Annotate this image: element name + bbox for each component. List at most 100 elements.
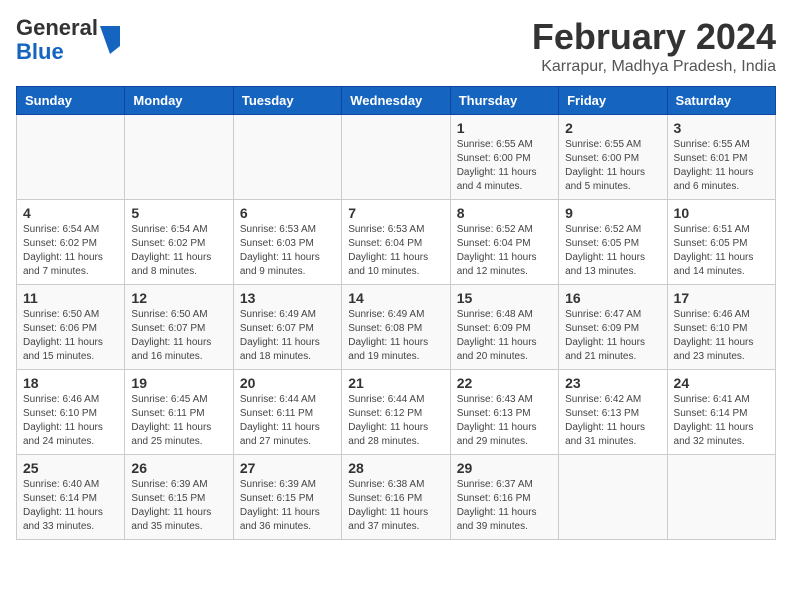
calendar-cell: 17 Sunrise: 6:46 AM Sunset: 6:10 PM Dayli… [667,285,775,370]
day-number: 16 [565,290,660,306]
header-monday: Monday [125,87,233,115]
day-number: 15 [457,290,552,306]
logo-icon [100,26,120,54]
day-number: 6 [240,205,335,221]
day-info: Sunrise: 6:51 AM Sunset: 6:05 PM Dayligh… [674,223,769,279]
calendar-cell: 11Sunrise: 6:50 AM Sunset: 6:06 PM Dayli… [17,285,125,370]
calendar-cell: 22 Sunrise: 6:43 AM Sunset: 6:13 PM Dayli… [450,370,558,455]
day-info: Sunrise: 6:45 AM Sunset: 6:11 PM Dayligh… [131,393,226,449]
page-header: General Blue February 2024 Karrapur, Mad… [16,16,776,76]
calendar-cell: 9 Sunrise: 6:52 AM Sunset: 6:05 PM Daylig… [559,200,667,285]
day-number: 7 [348,205,443,221]
calendar-cell [667,455,775,540]
calendar-week-4: 18 Sunrise: 6:46 AM Sunset: 6:10 PM Dayli… [17,370,776,455]
day-info: Sunrise: 6:50 AM Sunset: 6:06 PM Dayligh… [23,308,118,364]
calendar-header-row: SundayMondayTuesdayWednesdayThursdayFrid… [17,87,776,115]
calendar-cell: 10 Sunrise: 6:51 AM Sunset: 6:05 PM Dayli… [667,200,775,285]
calendar-cell: 25 Sunrise: 6:40 AM Sunset: 6:14 PM Dayli… [17,455,125,540]
calendar-cell: 12 Sunrise: 6:50 AM Sunset: 6:07 PM Dayli… [125,285,233,370]
day-info: Sunrise: 6:42 AM Sunset: 6:13 PM Dayligh… [565,393,660,449]
calendar-cell [233,115,341,200]
day-number: 27 [240,460,335,476]
day-info: Sunrise: 6:54 AM Sunset: 6:02 PM Dayligh… [23,223,118,279]
day-info: Sunrise: 6:46 AM Sunset: 6:10 PM Dayligh… [23,393,118,449]
day-info: Sunrise: 6:39 AM Sunset: 6:15 PM Dayligh… [240,478,335,534]
day-number: 14 [348,290,443,306]
header-saturday: Saturday [667,87,775,115]
day-info: Sunrise: 6:53 AM Sunset: 6:03 PM Dayligh… [240,223,335,279]
calendar-cell: 3Sunrise: 6:55 AM Sunset: 6:01 PM Daylig… [667,115,775,200]
month-title: February 2024 [532,16,776,58]
calendar-cell: 5 Sunrise: 6:54 AM Sunset: 6:02 PM Daylig… [125,200,233,285]
day-number: 2 [565,120,660,136]
day-number: 17 [674,290,769,306]
day-info: Sunrise: 6:55 AM Sunset: 6:00 PM Dayligh… [457,138,552,194]
calendar-cell: 18 Sunrise: 6:46 AM Sunset: 6:10 PM Dayli… [17,370,125,455]
calendar-cell: 15 Sunrise: 6:48 AM Sunset: 6:09 PM Dayli… [450,285,558,370]
calendar-table: SundayMondayTuesdayWednesdayThursdayFrid… [16,86,776,540]
day-number: 19 [131,375,226,391]
day-number: 18 [23,375,118,391]
day-info: Sunrise: 6:41 AM Sunset: 6:14 PM Dayligh… [674,393,769,449]
day-info: Sunrise: 6:47 AM Sunset: 6:09 PM Dayligh… [565,308,660,364]
calendar-cell: 19 Sunrise: 6:45 AM Sunset: 6:11 PM Dayli… [125,370,233,455]
day-number: 3 [674,120,769,136]
calendar-week-3: 11Sunrise: 6:50 AM Sunset: 6:06 PM Dayli… [17,285,776,370]
day-number: 23 [565,375,660,391]
day-info: Sunrise: 6:46 AM Sunset: 6:10 PM Dayligh… [674,308,769,364]
day-number: 25 [23,460,118,476]
calendar-cell: 1 Sunrise: 6:55 AM Sunset: 6:00 PM Daylig… [450,115,558,200]
calendar-week-2: 4Sunrise: 6:54 AM Sunset: 6:02 PM Daylig… [17,200,776,285]
header-tuesday: Tuesday [233,87,341,115]
calendar-cell: 13Sunrise: 6:49 AM Sunset: 6:07 PM Dayli… [233,285,341,370]
calendar-cell: 23 Sunrise: 6:42 AM Sunset: 6:13 PM Dayli… [559,370,667,455]
day-number: 21 [348,375,443,391]
day-number: 12 [131,290,226,306]
day-number: 28 [348,460,443,476]
day-info: Sunrise: 6:52 AM Sunset: 6:05 PM Dayligh… [565,223,660,279]
calendar-cell [17,115,125,200]
header-thursday: Thursday [450,87,558,115]
day-number: 26 [131,460,226,476]
day-info: Sunrise: 6:48 AM Sunset: 6:09 PM Dayligh… [457,308,552,364]
header-friday: Friday [559,87,667,115]
calendar-week-5: 25 Sunrise: 6:40 AM Sunset: 6:14 PM Dayli… [17,455,776,540]
day-info: Sunrise: 6:53 AM Sunset: 6:04 PM Dayligh… [348,223,443,279]
logo-general: General [16,15,98,40]
calendar-cell [342,115,450,200]
day-number: 13 [240,290,335,306]
calendar-cell: 14 Sunrise: 6:49 AM Sunset: 6:08 PM Dayli… [342,285,450,370]
calendar-cell: 29Sunrise: 6:37 AM Sunset: 6:16 PM Dayli… [450,455,558,540]
logo-blue: Blue [16,39,64,64]
day-number: 10 [674,205,769,221]
day-number: 1 [457,120,552,136]
header-sunday: Sunday [17,87,125,115]
calendar-cell: 26 Sunrise: 6:39 AM Sunset: 6:15 PM Dayli… [125,455,233,540]
calendar-cell: 4Sunrise: 6:54 AM Sunset: 6:02 PM Daylig… [17,200,125,285]
day-info: Sunrise: 6:44 AM Sunset: 6:11 PM Dayligh… [240,393,335,449]
day-info: Sunrise: 6:49 AM Sunset: 6:08 PM Dayligh… [348,308,443,364]
day-info: Sunrise: 6:40 AM Sunset: 6:14 PM Dayligh… [23,478,118,534]
calendar-cell: 8Sunrise: 6:52 AM Sunset: 6:04 PM Daylig… [450,200,558,285]
day-number: 5 [131,205,226,221]
day-info: Sunrise: 6:39 AM Sunset: 6:15 PM Dayligh… [131,478,226,534]
calendar-cell: 24 Sunrise: 6:41 AM Sunset: 6:14 PM Dayli… [667,370,775,455]
day-info: Sunrise: 6:50 AM Sunset: 6:07 PM Dayligh… [131,308,226,364]
calendar-cell: 27 Sunrise: 6:39 AM Sunset: 6:15 PM Dayli… [233,455,341,540]
calendar-week-1: 1 Sunrise: 6:55 AM Sunset: 6:00 PM Daylig… [17,115,776,200]
day-info: Sunrise: 6:54 AM Sunset: 6:02 PM Dayligh… [131,223,226,279]
day-number: 24 [674,375,769,391]
day-number: 22 [457,375,552,391]
calendar-cell: 28 Sunrise: 6:38 AM Sunset: 6:16 PM Dayli… [342,455,450,540]
calendar-cell: 6 Sunrise: 6:53 AM Sunset: 6:03 PM Daylig… [233,200,341,285]
day-number: 9 [565,205,660,221]
calendar-cell [125,115,233,200]
day-info: Sunrise: 6:38 AM Sunset: 6:16 PM Dayligh… [348,478,443,534]
day-info: Sunrise: 6:52 AM Sunset: 6:04 PM Dayligh… [457,223,552,279]
title-block: February 2024 Karrapur, Madhya Pradesh, … [532,16,776,76]
day-info: Sunrise: 6:43 AM Sunset: 6:13 PM Dayligh… [457,393,552,449]
calendar-cell [559,455,667,540]
day-number: 20 [240,375,335,391]
header-wednesday: Wednesday [342,87,450,115]
location-title: Karrapur, Madhya Pradesh, India [532,58,776,76]
